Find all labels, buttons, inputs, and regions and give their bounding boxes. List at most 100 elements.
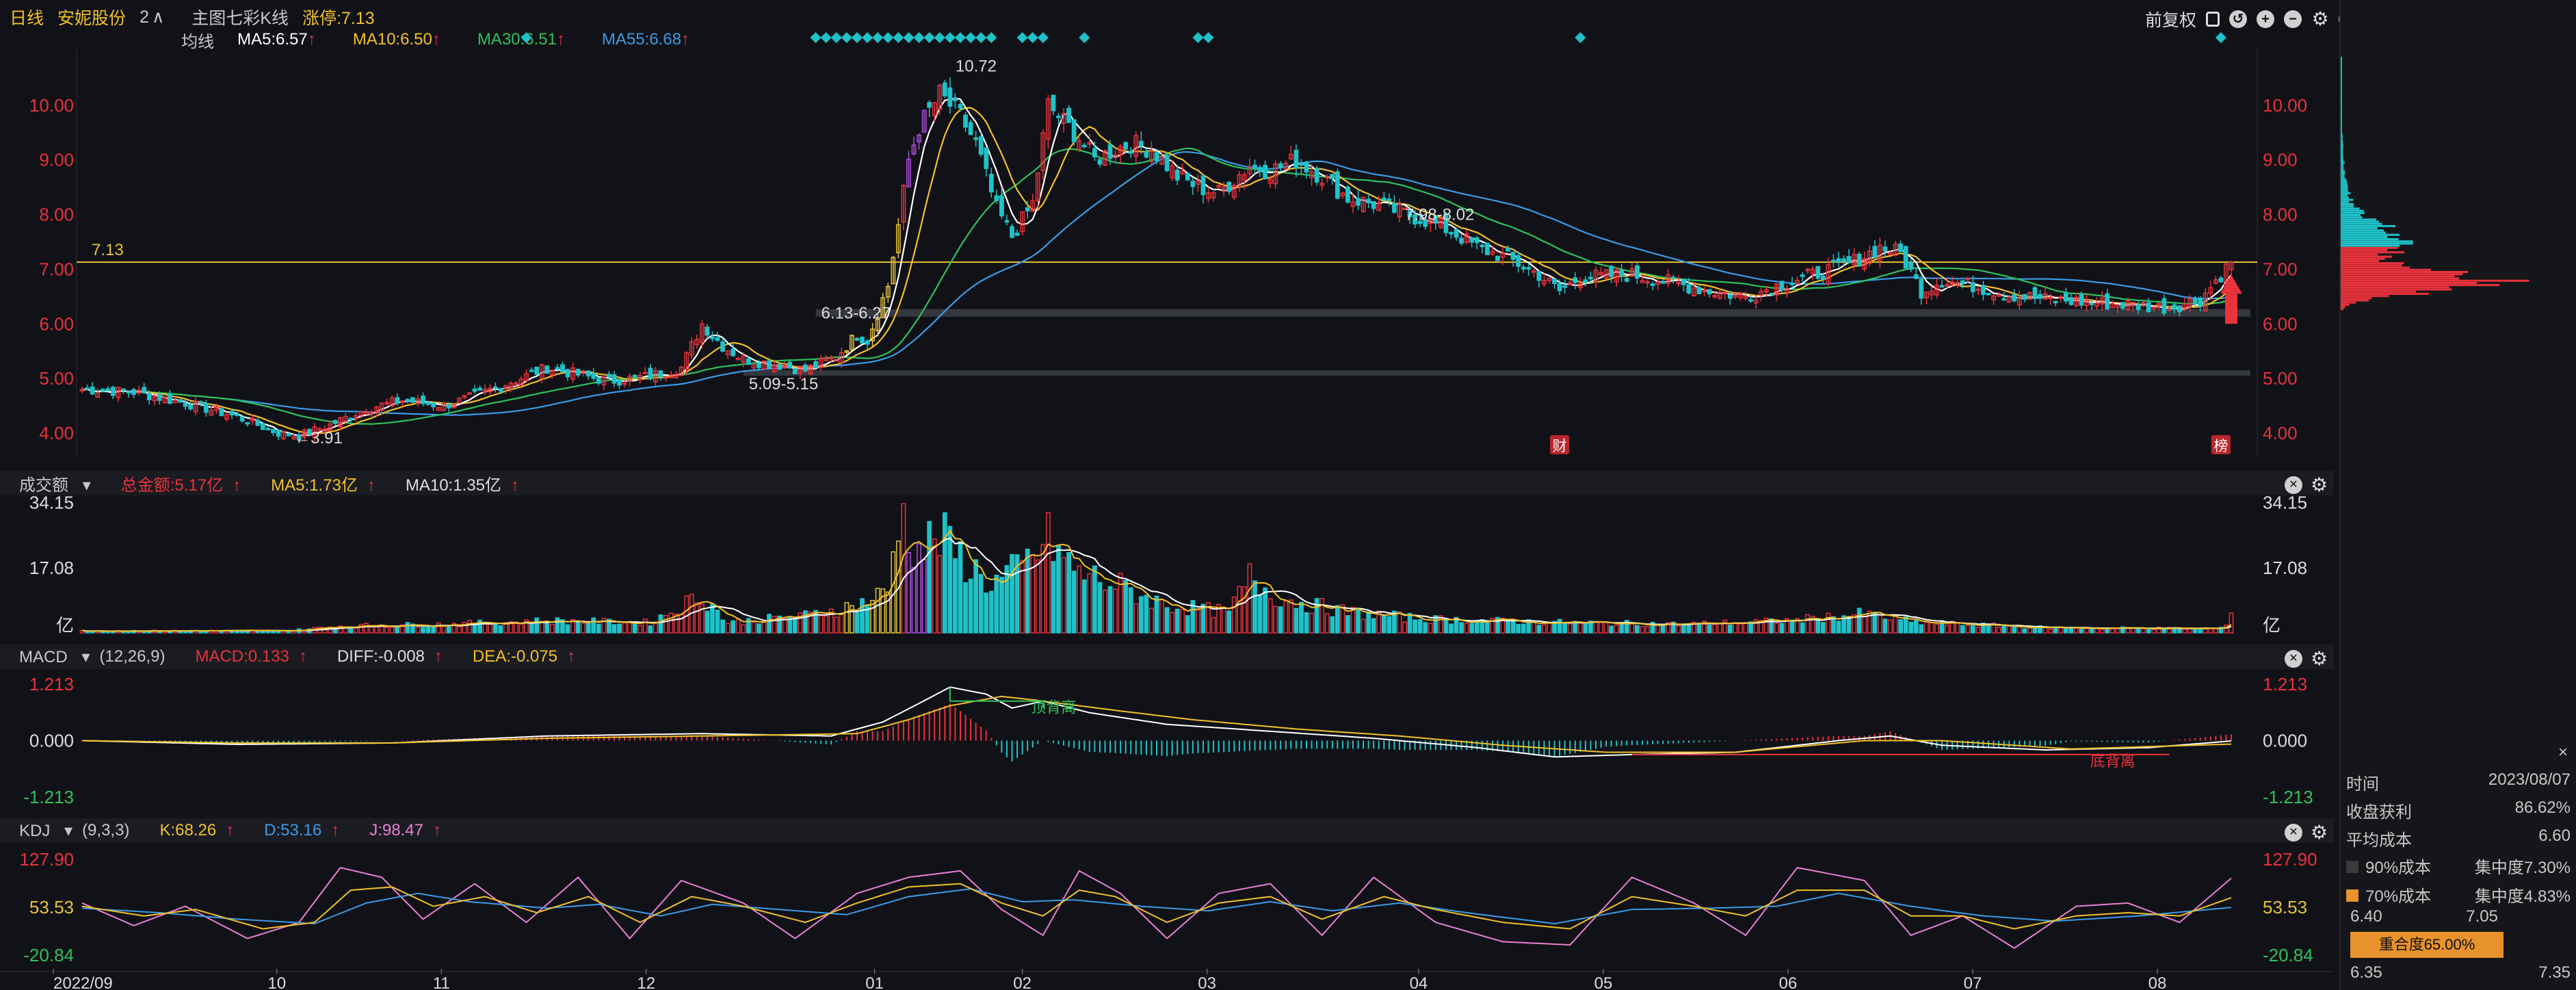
volume-bar (617, 623, 622, 634)
candle-body (560, 364, 565, 373)
volume-bar (720, 619, 725, 634)
volume-bar (1867, 610, 1872, 634)
chip-bar (2341, 172, 2345, 175)
volume-bar (1077, 565, 1082, 634)
candle-body (529, 369, 534, 372)
volume-bar (1908, 621, 1914, 634)
candle-body (2012, 294, 2017, 302)
volume-bar (1273, 605, 1278, 634)
volume-bar (2203, 628, 2208, 634)
candle-body (994, 195, 999, 201)
volume-bar (1051, 561, 1056, 634)
candle-body (1939, 285, 1945, 288)
chip-bar (2341, 255, 2393, 258)
candle-body (1263, 164, 1267, 179)
signal-diamond-icon (1079, 32, 1090, 43)
candle-body (178, 399, 183, 403)
price-tick-right: 9.00 (2263, 150, 2298, 170)
price-annotation: 6.13-6.27 (822, 304, 891, 322)
x-tick-label: 01 (865, 974, 884, 990)
chip-bar (2341, 92, 2342, 94)
candle-body (265, 428, 271, 431)
volume-bar (1484, 621, 1490, 634)
volume-bar (973, 559, 979, 634)
volume-bar (2032, 627, 2038, 634)
candle-body (286, 433, 291, 437)
candle-body (947, 87, 953, 107)
signal-diamond-icon (1192, 32, 1204, 43)
volume-bar (705, 610, 710, 634)
volume-bar (1278, 606, 1283, 634)
volume-bar (731, 620, 736, 634)
chip-bar (2341, 273, 2463, 276)
candle-body (121, 388, 126, 391)
chip-bar (2341, 306, 2345, 309)
candle-body (544, 365, 550, 374)
ma30-line (81, 147, 2232, 425)
candle-body (1366, 198, 1371, 203)
signal-diamond-icon (1202, 32, 1214, 43)
chip-info-value: 86.62% (2514, 798, 2571, 817)
chip-bar (2341, 81, 2342, 83)
close-icon[interactable]: × (2558, 743, 2568, 762)
volume-bar (1412, 619, 1418, 634)
candle-body (1836, 258, 1841, 262)
volume-bar (1324, 613, 1330, 634)
volume-bar (1609, 625, 1614, 634)
candle-body (1510, 251, 1516, 260)
volume-bar (1929, 622, 1934, 634)
chip-info-value: 6.60 (2538, 826, 2571, 845)
chip-bar (2341, 257, 2385, 260)
volume-bar (648, 625, 653, 634)
volume-bar (395, 626, 400, 634)
candle-body (1882, 246, 1888, 252)
volume-bar (1722, 619, 1728, 634)
chip-bar (2341, 74, 2342, 77)
candle-body (1789, 283, 1795, 285)
volume-bar (906, 552, 911, 634)
volume-bar (1144, 595, 1149, 634)
candle-body (2120, 302, 2125, 309)
chip-bar (2341, 72, 2342, 75)
chip-bar (2341, 170, 2345, 173)
chip-bar (2341, 216, 2363, 219)
macd-tick-left: 1.213 (29, 674, 74, 694)
chip-range: 6.35 7.35 (2350, 963, 2571, 982)
volume-bar (1361, 618, 1366, 634)
volume-bar (1097, 582, 1103, 634)
volume-bar (1945, 625, 1949, 634)
volume-bar (767, 614, 772, 634)
volume-bar (953, 558, 958, 634)
volume-bar (1010, 553, 1014, 634)
volume-bar (658, 614, 663, 634)
signal-diamond-icon (830, 32, 842, 43)
chip-info-row: 收盘获利 86.62% (2346, 798, 2571, 822)
x-tick-label: 11 (433, 974, 450, 990)
volume-bar (1707, 625, 1712, 634)
candle-body (575, 368, 581, 376)
candle-body (999, 196, 1004, 217)
chip-bar (2341, 299, 2369, 302)
volume-bar (988, 590, 994, 634)
overlap-bar: 重合度65.00% (2350, 932, 2503, 958)
candle-body (188, 404, 193, 410)
chip-bar (2341, 233, 2400, 236)
chip-bar (2341, 96, 2342, 99)
volume-bar (1257, 595, 1263, 634)
volume-bar (1046, 512, 1051, 634)
volume-bar (1330, 616, 1335, 634)
volume-bar (1846, 616, 1852, 634)
volume-bar (1970, 624, 1975, 634)
stock-chart[interactable]: 4.00 4.00 5.00 5.00 6.00 6.00 7.00 7.00 8.00 8.00… (0, 0, 2334, 990)
volume-bar (947, 525, 953, 634)
candle-body (2032, 287, 2038, 299)
candle-body (1356, 198, 1361, 206)
volume-bar (1923, 621, 1929, 634)
volume-bar (1557, 618, 1562, 634)
chip-bar (2341, 107, 2342, 109)
volume-bar (870, 599, 875, 634)
volume-bar (1092, 565, 1097, 634)
candle-body (746, 358, 751, 365)
volume-bar (1464, 623, 1469, 634)
volume-bar (1640, 626, 1645, 634)
